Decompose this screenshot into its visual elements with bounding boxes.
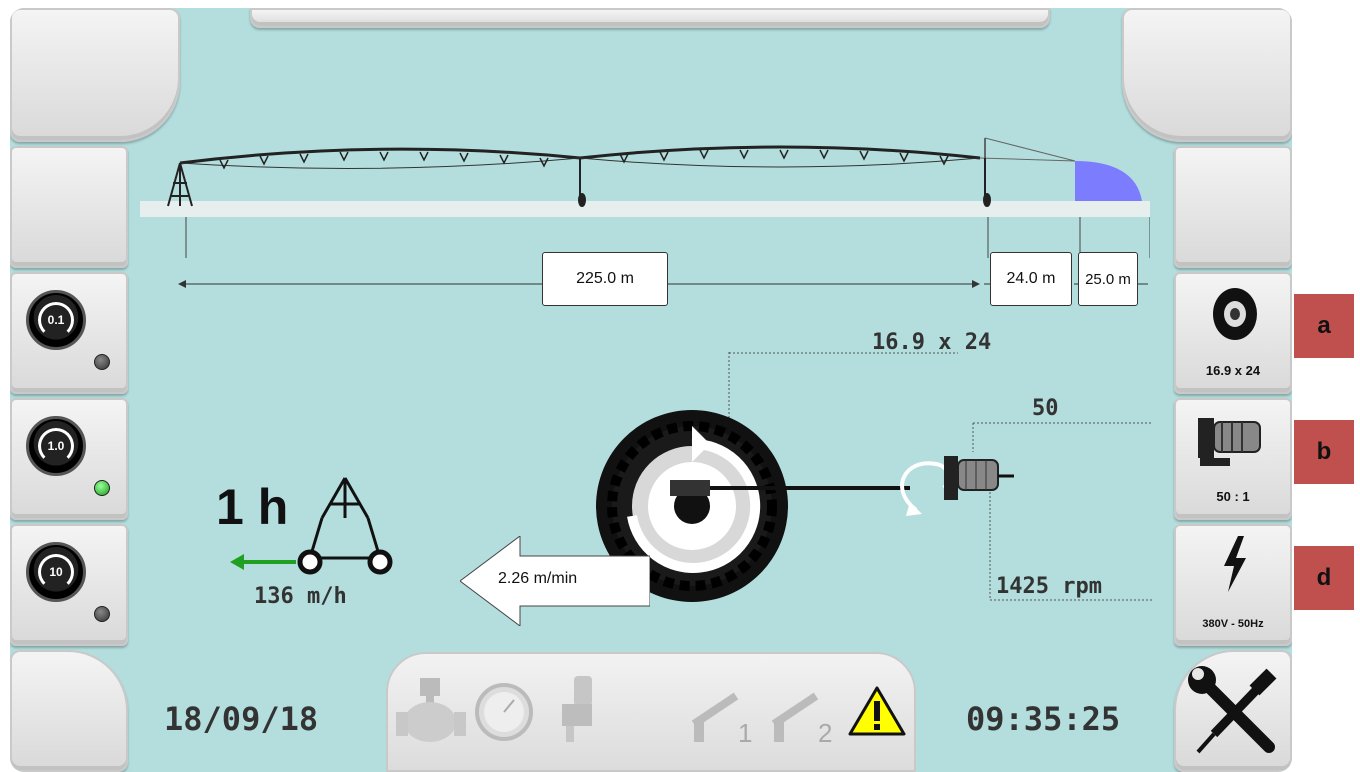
- warning-icon[interactable]: [848, 686, 906, 736]
- dial-icon: 0.1: [26, 290, 86, 350]
- end-gun-2-label: 2: [818, 718, 833, 748]
- motor-rpm-readout: 1425 rpm: [996, 574, 1102, 599]
- valve-icon: [396, 678, 466, 742]
- ground-strip: [140, 201, 1150, 217]
- left-blank-button[interactable]: [10, 146, 128, 268]
- top-left-corner-button[interactable]: [10, 8, 180, 142]
- bottom-left-corner-button[interactable]: [10, 650, 128, 772]
- speed-1-0-button[interactable]: 1.0: [10, 398, 128, 520]
- gear-ratio-label: 50 : 1: [1216, 489, 1250, 504]
- speed-10-button[interactable]: 10: [10, 524, 128, 646]
- wrench-screwdriver-icon: [1188, 666, 1277, 754]
- gearbox-button[interactable]: 50 : 1: [1174, 398, 1292, 520]
- current-date: 18/09/18: [164, 700, 319, 738]
- main-span-length: 225.0 m: [542, 252, 668, 306]
- status-led: [94, 354, 110, 370]
- pivot-cart-icon: [230, 477, 393, 575]
- status-led: [94, 480, 110, 496]
- gearbox-icon: [1198, 418, 1261, 466]
- settings-tools-button[interactable]: [1174, 650, 1292, 772]
- lightning-icon: [1224, 536, 1246, 592]
- current-time: 09:35:25: [966, 700, 1121, 738]
- right-blank-button[interactable]: [1174, 146, 1292, 268]
- status-led: [94, 606, 110, 622]
- pivot-span-diagram: [140, 137, 1150, 258]
- pivot-panel: 0.1 1.0 10 16.9 x 24 50 : 1 380V - 50Hz …: [10, 8, 1292, 772]
- overhang-length: 24.0 m: [990, 252, 1072, 306]
- tower-icon: [578, 158, 991, 207]
- tire-size-label: 16.9 x 24: [1205, 363, 1261, 378]
- tag-b: b: [1294, 420, 1354, 484]
- drive-shaft: [670, 480, 910, 496]
- top-right-corner-button[interactable]: [1122, 8, 1292, 142]
- pump-icon: [562, 676, 592, 742]
- tire-size-button[interactable]: 16.9 x 24: [1174, 272, 1292, 394]
- tag-a: a: [1294, 294, 1354, 358]
- top-bar: [250, 8, 1050, 28]
- endgun-length: 25.0 m: [1078, 252, 1138, 306]
- tag-d: d: [1294, 546, 1354, 610]
- motor-icon: [944, 456, 1014, 500]
- dial-icon: 10: [26, 542, 86, 602]
- power-supply-label: 380V - 50Hz: [1202, 618, 1264, 630]
- travel-speed: 2.26 m/min: [498, 570, 578, 587]
- status-bar: 1 2: [386, 652, 916, 772]
- gear-ratio-readout: 50: [1032, 396, 1059, 421]
- speed-0-1-button[interactable]: 0.1: [10, 272, 128, 394]
- power-supply-button[interactable]: 380V - 50Hz: [1174, 524, 1292, 646]
- pivot-speed: 136 m/h: [254, 584, 347, 609]
- pivot-tower-icon: [167, 162, 193, 207]
- pressure-gauge-icon: [475, 683, 533, 741]
- dial-icon: 1.0: [26, 416, 86, 476]
- endgun-area: [1075, 161, 1142, 201]
- end-gun-1-label: 1: [738, 718, 753, 748]
- tire-icon: [1213, 288, 1257, 340]
